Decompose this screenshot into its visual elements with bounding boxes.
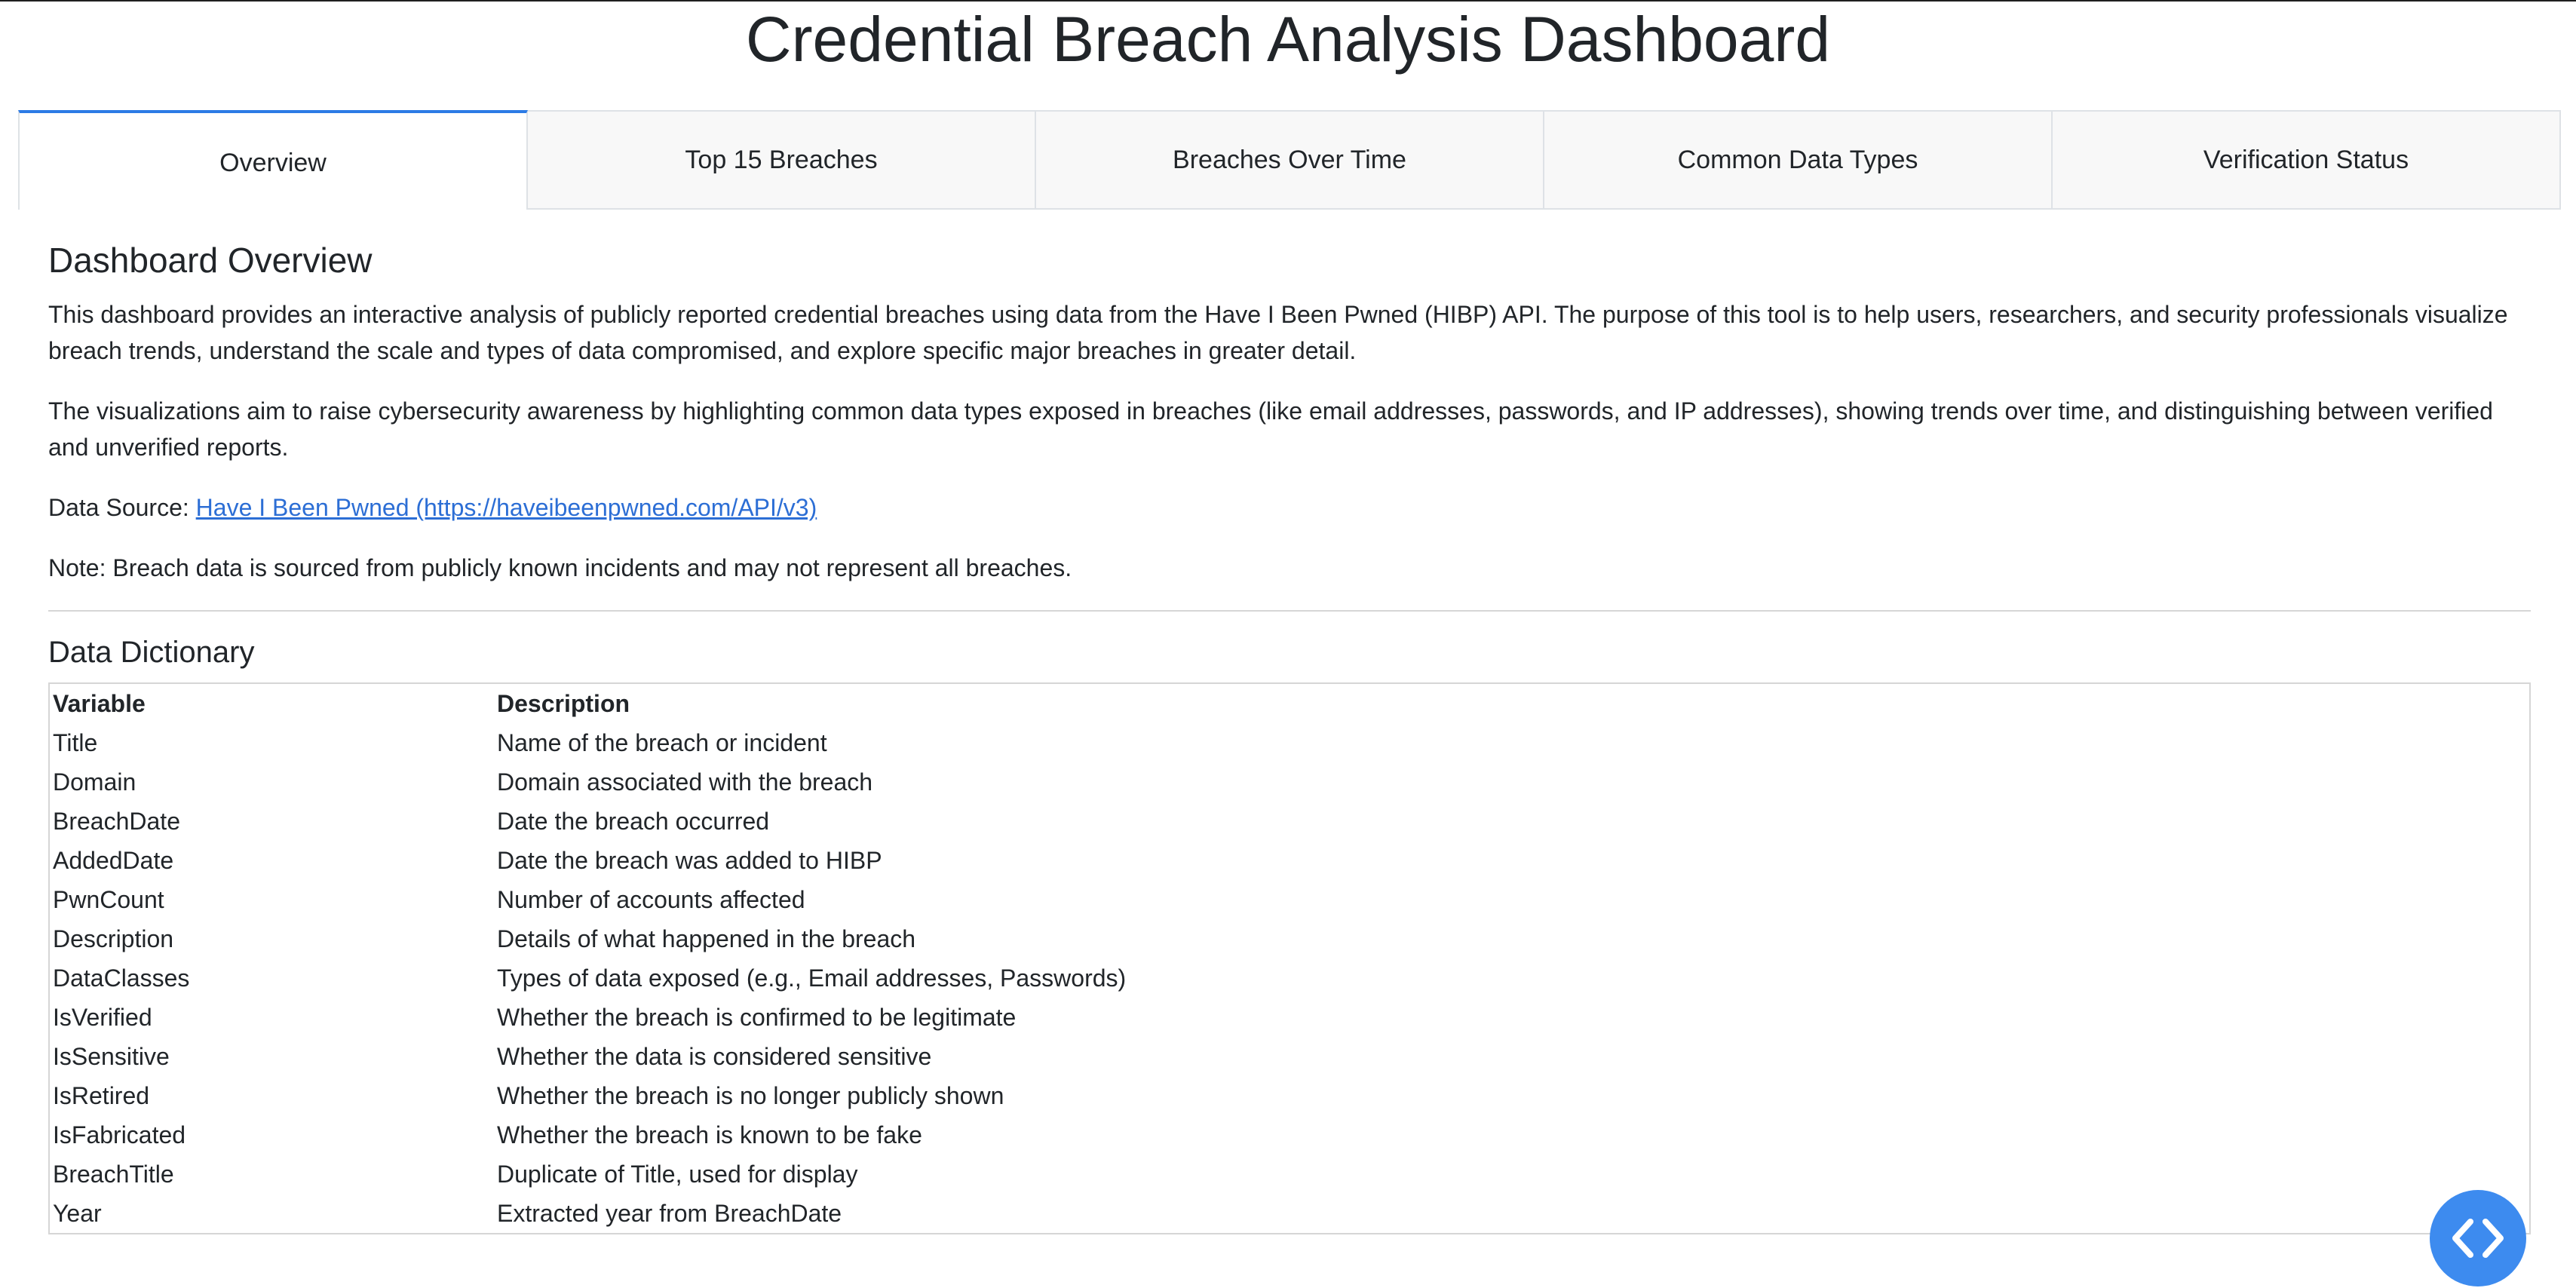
tab-top-15-breaches[interactable]: Top 15 Breaches — [528, 110, 1036, 210]
tab-label: Verification Status — [2203, 145, 2409, 174]
variable-cell: BreachDate — [53, 808, 180, 836]
overview-heading: Dashboard Overview — [48, 241, 373, 280]
description-cell: Date the breach was added to HIBP — [497, 847, 882, 875]
tab-verification-status[interactable]: Verification Status — [2053, 110, 2561, 210]
variable-cell: BreachTitle — [53, 1161, 174, 1188]
variable-cell: IsFabricated — [53, 1121, 186, 1149]
description-cell: Whether the breach is confirmed to be le… — [497, 1004, 1017, 1032]
description-cell: Whether the breach is known to be fake — [497, 1121, 922, 1149]
description-cell: Number of accounts affected — [497, 886, 805, 914]
variable-cell: AddedDate — [53, 847, 174, 875]
table-row: PwnCount Number of accounts affected — [49, 880, 2530, 919]
tab-label: Top 15 Breaches — [685, 145, 878, 174]
description-cell: Whether the data is considered sensitive — [497, 1043, 932, 1071]
table-row: Domain Domain associated with the breach — [49, 762, 2530, 802]
tab-overview[interactable]: Overview — [18, 110, 528, 210]
variable-cell: IsSensitive — [53, 1043, 170, 1071]
overview-note: Note: Breach data is sourced from public… — [48, 554, 1072, 582]
description-cell: Name of the breach or incident — [497, 729, 827, 757]
tab-label: Breaches Over Time — [1173, 145, 1406, 174]
table-row: IsVerified Whether the breach is confirme… — [49, 998, 2530, 1037]
variable-cell: IsRetired — [53, 1082, 150, 1110]
description-cell: Domain associated with the breach — [497, 768, 873, 796]
description-cell: Whether the breach is no longer publicly… — [497, 1082, 1004, 1110]
table-row: IsRetired Whether the breach is no longer… — [49, 1076, 2530, 1115]
description-cell: Date the breach occurred — [497, 808, 770, 836]
data-dictionary-table: Variable Description Title Name of the br… — [48, 682, 2531, 1235]
table-row: IsFabricated Whether the breach is known … — [49, 1115, 2530, 1155]
data-source-link[interactable]: Have I Been Pwned (https://haveibeenpwne… — [196, 494, 817, 521]
page-title: Credential Breach Analysis Dashboard — [745, 4, 1831, 75]
section-divider — [48, 610, 2531, 612]
variable-cell: Title — [53, 729, 98, 757]
tab-common-data-types[interactable]: Common Data Types — [1544, 110, 2053, 210]
description-cell: Details of what happened in the breach — [497, 925, 916, 953]
description-cell: Extracted year from BreachDate — [497, 1200, 842, 1228]
overview-panel: Dashboard Overview This dashboard provid… — [48, 210, 2531, 1235]
variable-cell: DataClasses — [53, 964, 190, 992]
table-row: BreachDate Date the breach occurred — [49, 802, 2530, 841]
table-row: Year Extracted year from BreachDate — [49, 1194, 2530, 1234]
variable-cell: PwnCount — [53, 886, 164, 914]
table-row: Title Name of the breach or incident — [49, 723, 2530, 762]
variable-cell: IsVerified — [53, 1004, 152, 1032]
table-row: BreachTitle Duplicate of Title, used for … — [49, 1155, 2530, 1194]
data-source-label: Data Source: — [48, 494, 196, 522]
data-dictionary-heading: Data Dictionary — [48, 636, 255, 670]
table-row: IsSensitive Whether the data is considere… — [49, 1037, 2530, 1076]
overview-paragraph-visualizations: The visualizations aim to raise cybersec… — [48, 397, 2493, 462]
variable-cell: Year — [53, 1200, 102, 1228]
tab-label: Overview — [219, 148, 327, 177]
tab-breaches-over-time[interactable]: Breaches Over Time — [1036, 110, 1544, 210]
variable-cell: Domain — [53, 768, 136, 796]
table-row: AddedDate Date the breach was added to HI… — [49, 841, 2530, 880]
column-header-description: Description — [497, 690, 630, 718]
table-row: DataClasses Types of data exposed (e.g., … — [49, 958, 2530, 998]
description-cell: Duplicate of Title, used for display — [497, 1161, 858, 1188]
description-cell: Types of data exposed (e.g., Email addre… — [497, 964, 1127, 992]
data-source-line: Data Source: Have I Been Pwned (https://… — [48, 489, 2531, 526]
table-row: Description Details of what happened in t… — [49, 919, 2530, 958]
variable-cell: Description — [53, 925, 174, 953]
table-header-row: Variable Description — [49, 683, 2530, 723]
code-toggle-button[interactable] — [2430, 1190, 2526, 1286]
tab-label: Common Data Types — [1677, 145, 1918, 174]
overview-paragraph-purpose: This dashboard provides an interactive a… — [48, 301, 2508, 365]
code-icon — [2452, 1219, 2504, 1258]
column-header-variable: Variable — [53, 690, 146, 718]
tab-bar: Overview Top 15 Breaches Breaches Over T… — [18, 110, 2561, 210]
